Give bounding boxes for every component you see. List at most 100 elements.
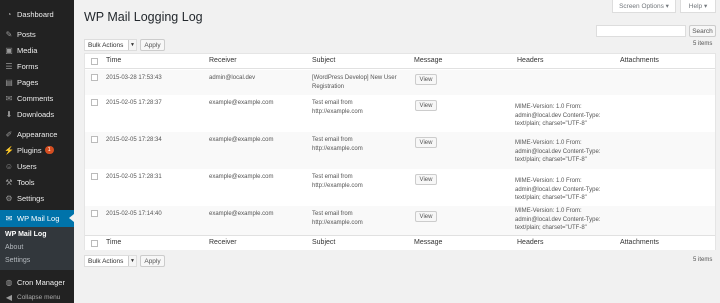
- column-header-subject[interactable]: Subject: [312, 57, 335, 64]
- subject-line: http://example.com: [312, 108, 363, 115]
- view-message-button[interactable]: View: [415, 137, 437, 148]
- sidebar-item-pages[interactable]: ▤ Pages: [0, 74, 74, 90]
- view-message-button[interactable]: View: [415, 174, 437, 185]
- pin-icon: ✎: [5, 29, 13, 39]
- select-all-checkbox[interactable]: [91, 240, 98, 247]
- select-all-checkbox[interactable]: [91, 58, 98, 65]
- collapse-icon: ◀: [5, 292, 13, 302]
- header-line: admin@local.dev Content-Type:: [515, 112, 601, 119]
- subject-line: Test email from: [312, 100, 353, 106]
- chevron-down-icon: ▼: [128, 40, 136, 50]
- apply-button-bottom[interactable]: Apply: [140, 255, 165, 267]
- row-headers: MIME-Version: 1.0 From: admin@local.dev C…: [515, 103, 600, 129]
- row-receiver: example@example.com: [209, 100, 274, 106]
- submenu-item-settings[interactable]: Settings: [5, 257, 30, 264]
- settings-icon: ⚙: [5, 193, 13, 203]
- view-message-button[interactable]: View: [415, 100, 437, 111]
- sidebar-item-forms[interactable]: ☰ Forms: [0, 58, 74, 74]
- sidebar-item-label: Settings: [17, 193, 45, 203]
- row-checkbox[interactable]: [91, 74, 98, 81]
- sidebar-item-cron-manager[interactable]: ◍ Cron Manager: [0, 274, 74, 290]
- table-header: Time Receiver Subject Message Headers At…: [85, 54, 715, 69]
- column-footer-time[interactable]: Time: [106, 239, 121, 246]
- sidebar-item-label: Plugins: [17, 145, 42, 155]
- comments-icon: ✉: [5, 93, 13, 103]
- header-line: MIME-Version: 1.0 From:: [515, 178, 582, 184]
- sidebar-item-wp-mail-log[interactable]: ✉ WP Mail Log: [0, 210, 74, 227]
- submenu-item-about[interactable]: About: [5, 244, 23, 251]
- subject-line: Test email from: [312, 174, 353, 180]
- collapse-menu-button[interactable]: ◀ Collapse menu: [0, 289, 74, 303]
- apply-button-top[interactable]: Apply: [140, 39, 165, 51]
- column-header-headers: Headers: [517, 57, 544, 64]
- row-subject: Test email from http://example.com: [312, 99, 363, 116]
- row-headers: MIME-Version: 1.0 From: admin@local.dev C…: [515, 207, 600, 233]
- users-icon: ☺: [4, 161, 14, 171]
- row-checkbox[interactable]: [91, 173, 98, 180]
- help-button[interactable]: Help ▾: [680, 0, 716, 13]
- row-time: 2015-02-05 17:28:37: [106, 100, 162, 106]
- sidebar-item-label: Tools: [17, 177, 35, 187]
- subject-line: http://example.com: [312, 182, 363, 189]
- item-count-bottom: 5 items: [693, 257, 713, 263]
- sidebar-item-label: Dashboard: [17, 9, 54, 19]
- mail-log-table: Time Receiver Subject Message Headers At…: [84, 53, 716, 250]
- table-row: 2015-03-28 17:53:43 admin@local.dev [Wor…: [85, 70, 715, 95]
- sidebar-item-label: Comments: [17, 93, 54, 103]
- column-footer-receiver[interactable]: Receiver: [209, 239, 237, 246]
- sidebar-item-plugins[interactable]: ⚡ Plugins 1: [0, 142, 74, 158]
- wrench-icon: ⚒: [5, 177, 13, 187]
- bulk-actions-select-top[interactable]: Bulk Actions ▼: [84, 39, 137, 51]
- dashboard-icon: ◔: [6, 9, 12, 19]
- row-checkbox[interactable]: [91, 99, 98, 106]
- item-count-top: 5 items: [693, 41, 713, 47]
- sidebar-item-tools[interactable]: ⚒ Tools: [0, 174, 74, 190]
- screen-options-button[interactable]: Screen Options ▾: [612, 0, 676, 13]
- row-checkbox[interactable]: [91, 136, 98, 143]
- header-line: MIME-Version: 1.0 From:: [515, 104, 582, 110]
- sidebar-item-media[interactable]: ▣ Media: [0, 42, 74, 58]
- table-footer: Time Receiver Subject Message Headers At…: [85, 235, 715, 250]
- sidebar-item-downloads[interactable]: ⬇ Downloads: [0, 106, 74, 122]
- sidebar-item-users[interactable]: ☺ Users: [0, 158, 74, 174]
- row-time: 2015-02-05 17:28:31: [106, 174, 162, 180]
- row-checkbox[interactable]: [91, 210, 98, 217]
- header-line: text/plain; charset="UTF-8": [515, 157, 587, 163]
- sidebar-item-posts[interactable]: ✎ Posts: [0, 26, 74, 42]
- chevron-down-icon: ▼: [128, 256, 136, 266]
- header-line: admin@local.dev Content-Type:: [515, 216, 601, 223]
- search-input[interactable]: [596, 25, 686, 37]
- subject-line: http://example.com: [312, 219, 363, 226]
- row-subject: [WordPress Develop] New User Registration: [312, 74, 397, 91]
- subject-line: Test email from: [312, 211, 353, 217]
- submenu-item-wp-mail-log[interactable]: WP Mail Log: [5, 231, 46, 238]
- bulk-actions-select-bottom[interactable]: Bulk Actions ▼: [84, 255, 137, 267]
- header-line: admin@local.dev Content-Type:: [515, 186, 601, 193]
- subject-line: Registration: [312, 83, 345, 90]
- column-footer-attachments: Attachments: [620, 239, 659, 246]
- search-button[interactable]: Search: [689, 25, 716, 37]
- sidebar-item-appearance[interactable]: ✐ Appearance: [0, 126, 74, 142]
- media-icon: ▣: [5, 45, 13, 55]
- column-footer-headers: Headers: [517, 239, 544, 246]
- row-receiver: admin@local.dev: [209, 75, 256, 81]
- column-footer-subject[interactable]: Subject: [312, 239, 335, 246]
- view-message-button[interactable]: View: [415, 74, 437, 85]
- sidebar-item-dashboard[interactable]: ◔ Dashboard: [0, 6, 74, 22]
- table-row: 2015-02-05 17:28:31 example@example.com …: [85, 169, 715, 206]
- admin-sidebar: ◔ Dashboard ✎ Posts ▣ Media ☰ Forms ▤ Pages ✉…: [0, 0, 74, 303]
- view-message-button[interactable]: View: [415, 211, 437, 222]
- plug-icon: ⚡: [4, 145, 14, 155]
- sidebar-item-comments[interactable]: ✉ Comments: [0, 90, 74, 106]
- header-line: MIME-Version: 1.0 From:: [515, 140, 582, 146]
- sidebar-item-settings[interactable]: ⚙ Settings: [0, 190, 74, 206]
- row-time: 2015-02-05 17:14:40: [106, 211, 162, 217]
- column-header-receiver[interactable]: Receiver: [209, 57, 237, 64]
- row-time: 2015-03-28 17:53:43: [106, 75, 162, 81]
- table-row: 2015-02-05 17:14:40 example@example.com …: [85, 206, 715, 235]
- row-receiver: example@example.com: [209, 211, 274, 217]
- globe-icon: ◍: [5, 277, 13, 287]
- column-header-time[interactable]: Time: [106, 57, 121, 64]
- bulk-actions-value: Bulk Actions: [88, 257, 124, 265]
- sidebar-item-label: Posts: [17, 29, 36, 39]
